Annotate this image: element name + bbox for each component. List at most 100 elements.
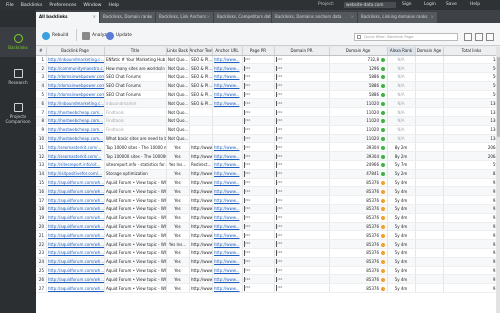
table-row[interactable]: 22 http://aquidforum.com/wh... Aquid Forum… — [36, 239, 500, 250]
backlink-page-cell[interactable]: http://aquidforum.com/wh... — [46, 186, 105, 197]
anchor-url-cell[interactable]: http://www... — [212, 274, 243, 285]
backlink-page-link[interactable]: http://isitpositivefor.com/... — [48, 171, 102, 176]
backlink-page-cell[interactable]: http://aquidforum.com/wh... — [46, 230, 105, 241]
table-row[interactable]: 14 http://isitpositivefor.com/... Storage … — [36, 169, 500, 179]
backlink-page-cell[interactable]: http://domainwebpower.com... — [46, 81, 105, 91]
backlink-page-cell[interactable]: http://isitpositivefor.com/... — [46, 169, 105, 179]
backlink-page-link[interactable]: http://hostwebcheap.com... — [48, 127, 103, 132]
backlink-page-cell[interactable]: http://aquidforum.com/wh... — [46, 213, 105, 223]
close-icon[interactable]: × — [207, 12, 210, 22]
anchor-url-cell[interactable] — [212, 107, 243, 118]
close-icon[interactable]: × — [149, 12, 152, 22]
anchor-url-cell[interactable]: http://www... — [212, 230, 243, 241]
backlink-page-link[interactable]: http://aquidforum.com/wh... — [48, 215, 103, 220]
backlink-page-cell[interactable]: http://seomasterkit.com/... — [46, 151, 105, 162]
close-icon[interactable]: × — [431, 12, 434, 22]
column-header[interactable]: Anchor URL — [212, 47, 243, 56]
anchor-url-cell[interactable]: http://www... — [212, 72, 243, 82]
anchor-url-cell[interactable]: http://www... — [212, 186, 243, 197]
backlink-page-link[interactable]: http://aquidforum.com/wh... — [48, 180, 103, 185]
backlink-page-link[interactable]: http://aquidforum.com/wh... — [48, 250, 103, 255]
table-row[interactable]: 24 http://aquidforum.com/wh... Aquid Forum… — [36, 257, 500, 267]
backlink-page-link[interactable]: http://aquidforum.com/wh... — [48, 206, 103, 211]
quick-filter-input[interactable]: Quick filter: Backlink Page — [354, 33, 458, 41]
table-row[interactable]: 26 http://aquidforum.com/wh... Aquid Forum… — [36, 274, 500, 285]
backlink-page-cell[interactable]: http://hostwebcheap.com... — [46, 125, 105, 135]
table-row[interactable]: 23 http://aquidforum.com/wh... Aquid Forum… — [36, 248, 500, 258]
menu-right-sign[interactable]: Sign — [402, 2, 412, 7]
backlink-page-cell[interactable]: http://hostwebcheap.com... — [46, 134, 105, 144]
sidebar-item-1[interactable]: Research — [0, 62, 36, 92]
backlink-page-link[interactable]: http://inboundmarketing.c... — [48, 101, 103, 106]
close-icon[interactable]: × — [265, 12, 268, 22]
table-row[interactable]: 27 http://aquidforum.com/wh... Aquid Forum… — [36, 283, 500, 294]
close-icon[interactable]: × — [93, 12, 96, 22]
table-row[interactable]: 2 http://communitymaestro.c... How many si… — [36, 63, 500, 74]
backlink-page-cell[interactable]: http://domainwebpower.com... — [46, 90, 105, 100]
backlink-page-link[interactable]: http://seomasterkit.com/... — [48, 145, 101, 150]
backlink-page-cell[interactable]: http://hostwebcheap.com... — [46, 107, 105, 118]
table-row[interactable]: 7 http://hostwebcheap.com... Findtools Not … — [36, 107, 500, 118]
column-header[interactable]: Backlink Page — [46, 47, 105, 56]
backlink-page-cell[interactable]: http://seomasterkit.com/... — [46, 142, 105, 153]
table-row[interactable]: 20 http://aquidforum.com/wh... Aquid Forum… — [36, 222, 500, 232]
backlink-page-link[interactable]: http://domainwebpower.com... — [48, 92, 103, 97]
backlink-page-cell[interactable]: http://aquidforum.com/wh... — [46, 204, 105, 214]
sidebar-item-2[interactable]: Projects Comparison — [0, 98, 36, 128]
anchor-url-cell[interactable]: http://www... — [212, 266, 243, 276]
backlink-page-cell[interactable]: http://aquidforum.com/wh... — [46, 195, 105, 206]
table-row[interactable]: 13 http://sitesreport.info/sit... sitesrep… — [36, 160, 500, 170]
table-row[interactable]: 10 http://hostwebcheap.com... What basic s… — [36, 134, 500, 144]
column-header[interactable]: Alexa Rank — [387, 47, 416, 56]
table-row[interactable]: 3 http://domainwebpower.com... SEO Chat Fo… — [36, 72, 500, 82]
tab-2[interactable]: Backlinks, Link Anchors × — [156, 12, 214, 23]
column-header[interactable]: # — [36, 47, 47, 56]
columns-icon[interactable] — [464, 33, 472, 41]
backlink-page-link[interactable]: http://aquidforum.com/wh... — [48, 277, 103, 282]
backlink-page-link[interactable]: http://aquidforum.com/wh... — [48, 224, 103, 229]
backlink-page-link[interactable]: http://seomasterkit.com/... — [48, 154, 101, 159]
backlink-page-cell[interactable]: http://domainwebpower.com... — [46, 72, 105, 82]
anchor-url-cell[interactable]: http://www... — [212, 169, 243, 179]
backlink-page-link[interactable]: http://hostwebcheap.com... — [48, 110, 103, 115]
anchor-url-cell[interactable]: http://www... — [212, 248, 243, 258]
anchor-url-cell[interactable]: http://www... — [212, 239, 243, 250]
backlink-page-link[interactable]: http://inboundmarketing.c... — [48, 57, 103, 62]
backlink-page-link[interactable]: http://aquidforum.com/wh... — [48, 198, 103, 203]
table-row[interactable]: 1 http://inboundmarketing.c... ENfatic # Y… — [36, 55, 500, 65]
scrollbar-thumb[interactable] — [496, 57, 500, 137]
backlink-page-link[interactable]: http://sitesreport.info/sit... — [48, 162, 100, 167]
table-row[interactable]: 21 http://aquidforum.com/wh... Aquid Forum… — [36, 230, 500, 241]
export-icon[interactable] — [475, 33, 483, 41]
anchor-url-cell[interactable]: http://www... — [212, 204, 243, 214]
anchor-url-cell[interactable] — [212, 134, 243, 144]
tab-5[interactable]: Backlinks, Linking domains ranks × — [358, 12, 438, 23]
backlink-page-cell[interactable]: http://aquidforum.com/wh... — [46, 266, 105, 276]
table-row[interactable]: 17 http://aquidforum.com/wh... Aquid Forum… — [36, 195, 500, 206]
backlink-page-cell[interactable]: http://aquidforum.com/wh... — [46, 257, 105, 267]
backlink-page-cell[interactable]: http://aquidforum.com/wh... — [46, 178, 105, 188]
table-row[interactable]: 18 http://aquidforum.com/wh... Aquid Forum… — [36, 204, 500, 214]
menu-file[interactable]: File — [6, 3, 14, 8]
column-header[interactable]: Links Back — [166, 47, 190, 56]
backlink-page-link[interactable]: http://hostwebcheap.com... — [48, 136, 103, 141]
table-row[interactable]: 16 http://aquidforum.com/wh... Aquid Forum… — [36, 186, 500, 197]
column-header[interactable]: Domain Age — [329, 47, 388, 56]
backlink-page-link[interactable]: http://aquidforum.com/wh... — [48, 242, 103, 247]
backlink-page-link[interactable]: http://domainwebpower.com... — [48, 74, 103, 79]
table-row[interactable]: 12 http://seomasterkit.com/... Top 100000 … — [36, 151, 500, 162]
anchor-url-cell[interactable]: http://www... — [212, 160, 243, 170]
tab-1[interactable]: Backlinks, Domain ranks × — [100, 12, 156, 23]
menu-right-login[interactable]: Login — [424, 2, 436, 7]
anchor-url-cell[interactable]: http://www... — [212, 63, 243, 74]
menu-right-help[interactable]: Help — [470, 2, 480, 7]
column-header[interactable]: Domain Age — [415, 47, 444, 56]
anchor-url-cell[interactable]: http://www... — [212, 178, 243, 188]
column-header[interactable]: Total links — [443, 47, 500, 56]
anchor-url-cell[interactable]: http://www... — [212, 213, 243, 223]
anchor-url-cell[interactable]: http://www... — [212, 151, 243, 162]
backlink-page-link[interactable]: http://aquidforum.com/wh... — [48, 189, 103, 194]
tab-4[interactable]: Backlinks, Domains anchors data × — [272, 12, 358, 23]
vertical-scrollbar[interactable] — [496, 47, 500, 313]
anchor-url-cell[interactable]: http://www... — [212, 222, 243, 232]
